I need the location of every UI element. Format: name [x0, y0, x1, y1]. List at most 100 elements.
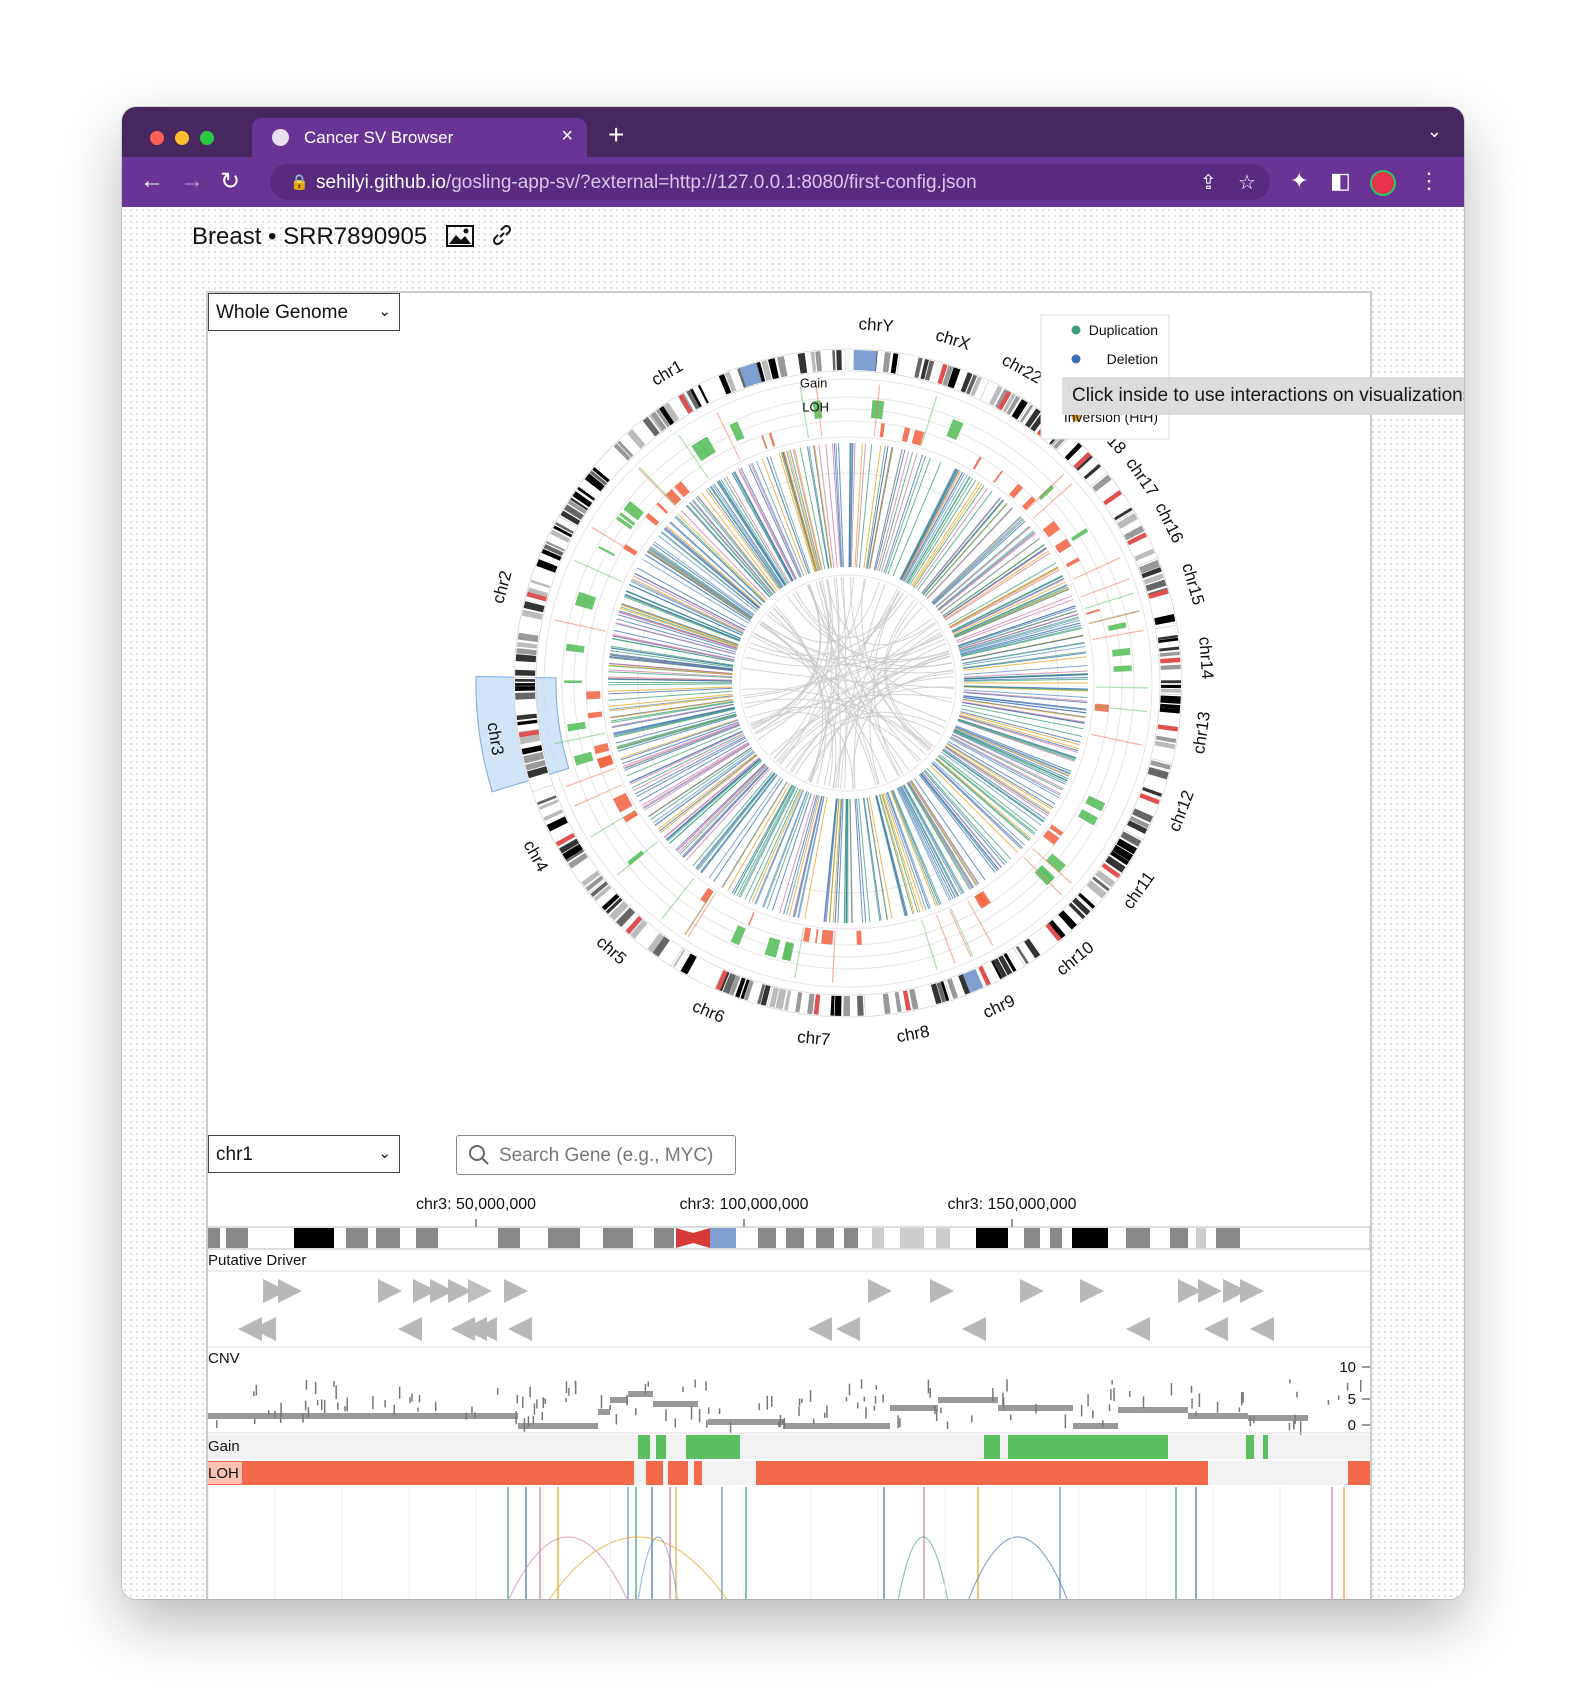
sv-line	[935, 525, 1030, 608]
cnv-point	[1064, 1414, 1067, 1429]
driver-forward-triangle	[868, 1279, 892, 1303]
chromosome-select[interactable]: chr1 ⌄	[208, 1135, 400, 1173]
cnv-segment	[1188, 1413, 1248, 1419]
loh-segment	[1348, 1461, 1370, 1485]
gain-segment	[1113, 665, 1132, 672]
cnv-point	[824, 1412, 826, 1418]
reload-icon[interactable]: ↻	[220, 167, 240, 196]
cnv-point	[845, 1397, 848, 1402]
forward-arrow-icon[interactable]: →	[180, 167, 204, 195]
cnv-point	[826, 1405, 828, 1418]
cnv-point	[418, 1394, 421, 1403]
side-panel-icon[interactable]: ◧	[1330, 168, 1351, 194]
cnv-point	[533, 1403, 536, 1415]
cnv-point	[992, 1388, 994, 1402]
cnv-point	[1110, 1389, 1112, 1401]
cnv-point	[690, 1405, 693, 1420]
driver-forward-triangle	[930, 1279, 954, 1303]
cnv-segment	[628, 1391, 653, 1397]
sv-arc	[548, 1536, 728, 1599]
cnv-point	[882, 1394, 884, 1403]
cnv-point	[529, 1386, 531, 1398]
cnv-point	[372, 1396, 374, 1410]
gain-track-label: Gain	[208, 1438, 240, 1455]
ideogram-band	[1196, 1228, 1206, 1248]
cnv-point	[568, 1387, 570, 1396]
cnv-point	[515, 1411, 517, 1425]
cnv-point	[706, 1420, 708, 1428]
gain-segment	[1008, 1435, 1168, 1459]
sv-line	[710, 485, 783, 589]
back-arrow-icon[interactable]: ←	[140, 167, 164, 195]
cnv-point	[1327, 1399, 1330, 1405]
ideogram-band	[654, 1228, 674, 1248]
minimize-window-button[interactable]	[175, 131, 189, 145]
linear-genome-view[interactable]: chr3: 50,000,000 chr3: 100,000,000 chr3: 1…	[208, 1183, 1370, 1599]
bookmark-star-icon[interactable]: ☆	[1238, 170, 1256, 195]
cnv-point	[496, 1388, 499, 1395]
cnv-point	[1009, 1414, 1012, 1421]
cnv-thin-mark	[590, 809, 636, 838]
cnv-point	[1346, 1382, 1349, 1391]
share-icon[interactable]: ⇪	[1200, 170, 1217, 195]
menu-kebab-icon[interactable]: ⋮	[1418, 168, 1440, 194]
cnv-point	[1142, 1396, 1145, 1409]
tab-search-chevron-icon[interactable]: ⌄	[1427, 121, 1442, 142]
cnv-point	[940, 1407, 942, 1414]
cnv-point	[1289, 1379, 1291, 1384]
driver-track-label: Putative Driver	[208, 1252, 306, 1269]
cnv-point	[279, 1413, 282, 1423]
chromosome-label: chr11	[1119, 868, 1158, 913]
browser-window: Cancer SV Browser × + ⌄ ← → ↻ 🔒 sehilyi.…	[122, 107, 1464, 1599]
image-export-icon[interactable]	[445, 225, 474, 247]
legend-swatch	[1071, 354, 1081, 364]
ideogram-band	[294, 1228, 334, 1248]
sv-line	[885, 455, 927, 574]
gene-search-input[interactable]: Search Gene (e.g., MYC)	[456, 1135, 736, 1175]
cnv-thin-mark	[566, 767, 616, 787]
chromosome-label: chr17	[1122, 454, 1162, 500]
cnv-point	[1240, 1391, 1243, 1406]
cnv-segment	[783, 1423, 890, 1429]
profile-avatar[interactable]	[1370, 170, 1396, 196]
cnv-point	[1080, 1404, 1083, 1417]
tab-title: Cancer SV Browser	[304, 128, 454, 147]
url-path: /gosling-app-sv/?external=http://127.0.0…	[445, 172, 977, 193]
sv-line	[666, 758, 761, 841]
cnv-segment	[1073, 1423, 1118, 1429]
chr-select-value: chr1	[216, 1144, 253, 1165]
browser-toolbar: ← → ↻ 🔒 sehilyi.github.io/gosling-app-sv…	[122, 157, 1464, 207]
extensions-puzzle-icon[interactable]: ✦	[1290, 168, 1308, 194]
cnv-point	[1359, 1379, 1362, 1392]
new-tab-button[interactable]: +	[608, 119, 624, 151]
maximize-window-button[interactable]	[200, 131, 214, 145]
browser-tab[interactable]: Cancer SV Browser ×	[252, 118, 587, 157]
cnv-point	[1002, 1397, 1005, 1409]
gain-segment	[656, 1435, 666, 1459]
tab-close-icon[interactable]: ×	[561, 125, 573, 148]
cnv-point	[1296, 1391, 1298, 1398]
cnv-thin-mark	[1084, 592, 1135, 610]
cnv-point	[523, 1418, 526, 1432]
cnv-point	[1092, 1410, 1094, 1419]
gain-segment	[1034, 865, 1056, 886]
link-icon[interactable]	[491, 224, 513, 246]
cnv-point	[434, 1401, 437, 1411]
ideogram-band	[548, 1228, 580, 1248]
title-bar: Cancer SV Browser × + ⌄	[122, 107, 1464, 157]
gain-segment	[638, 1435, 650, 1459]
cnv-point	[344, 1406, 346, 1412]
cnv-point	[647, 1381, 650, 1387]
ideogram-band	[853, 350, 878, 372]
gain-track-bg	[208, 1435, 1370, 1459]
close-window-button[interactable]	[150, 131, 164, 145]
chromosome-label: chr4	[519, 837, 552, 875]
ideogram-band	[515, 692, 536, 700]
cnv-point	[1191, 1398, 1193, 1409]
loh-segment	[593, 743, 610, 755]
address-bar[interactable]: 🔒 sehilyi.github.io/gosling-app-sv/?exte…	[270, 164, 1270, 200]
visualization-panel[interactable]: Whole Genome ⌄ chrYchrXchr22chr20chr18ch…	[206, 291, 1372, 1599]
cnv-point	[644, 1383, 647, 1394]
cnv-point	[798, 1406, 800, 1417]
sv-line	[748, 788, 801, 902]
